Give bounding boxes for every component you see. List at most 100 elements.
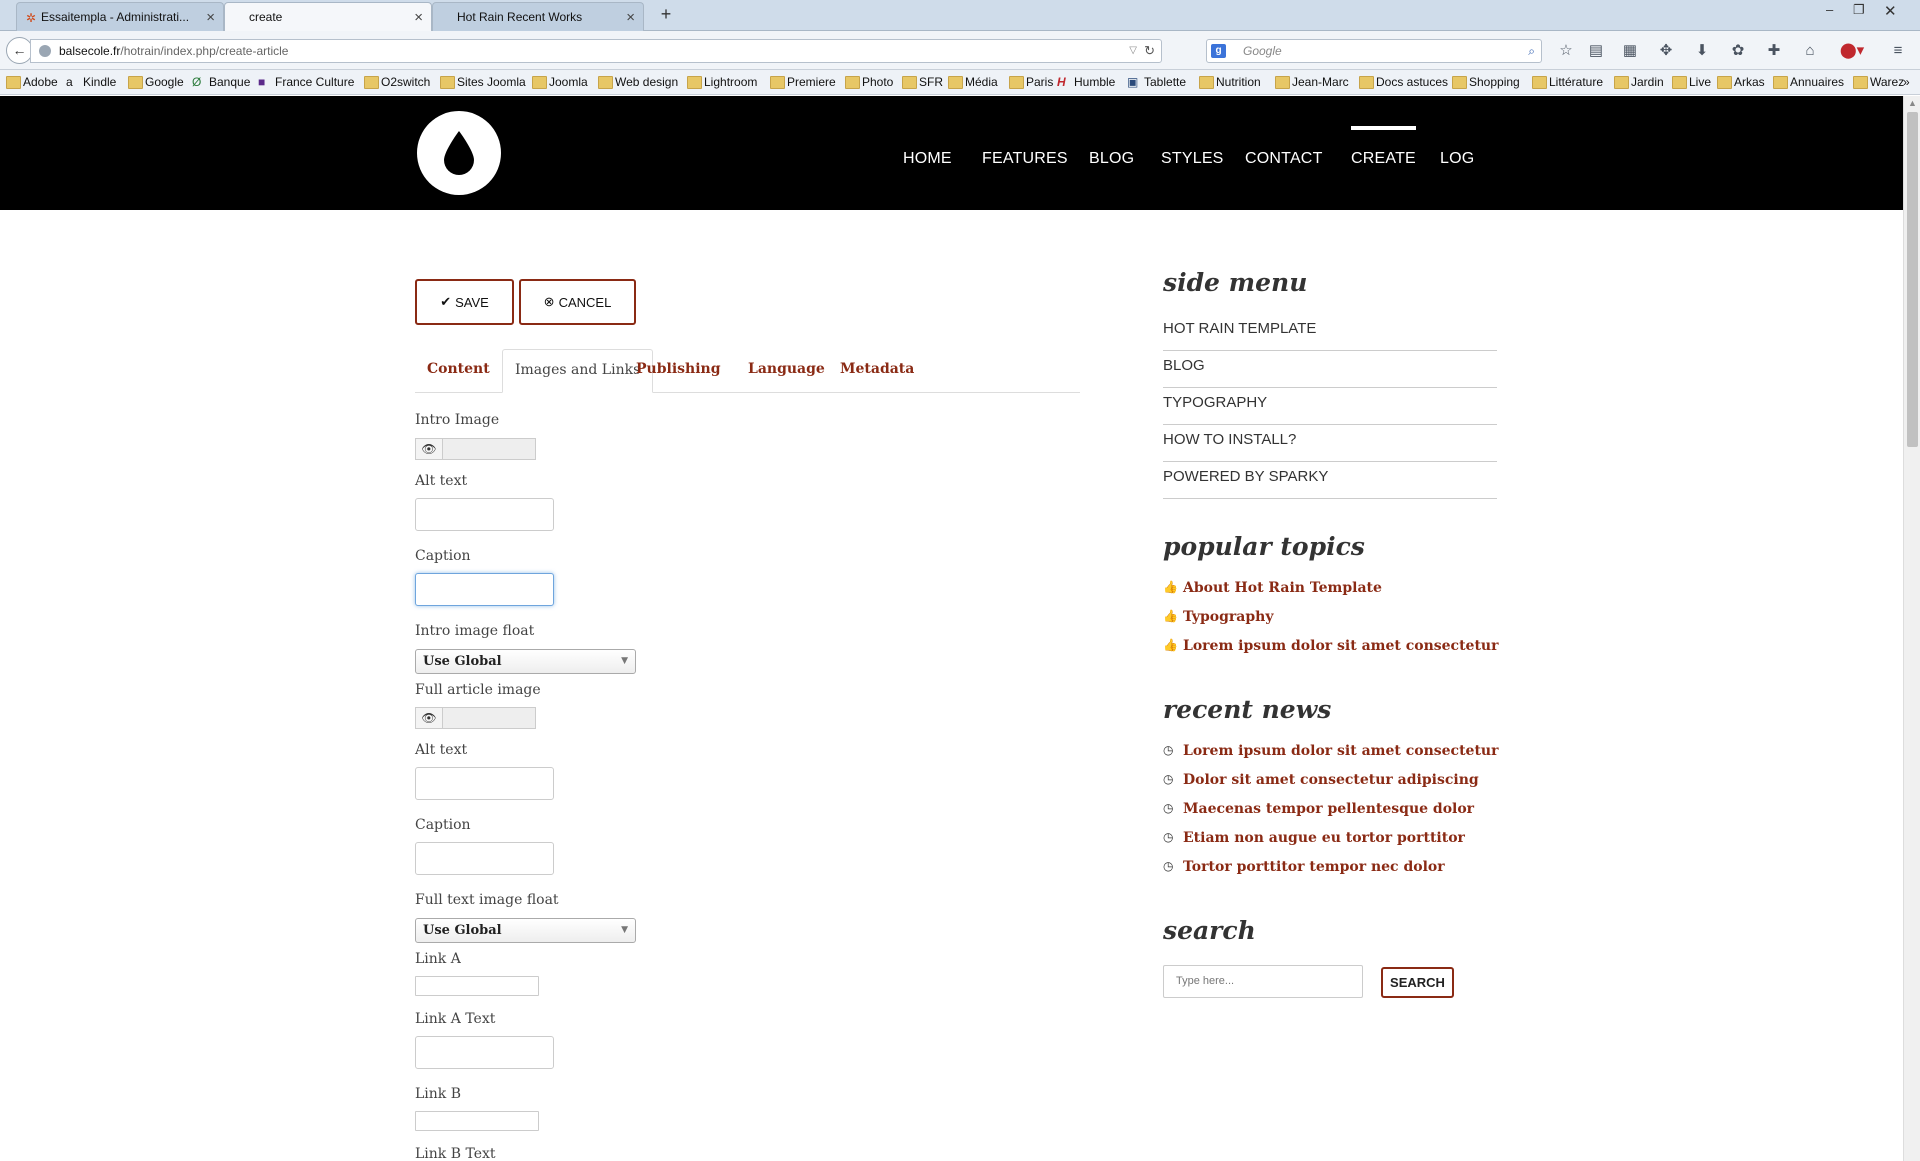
gear-icon[interactable]: ✿ <box>1728 41 1748 61</box>
bookmark-item[interactable]: Annuaires <box>1773 74 1844 90</box>
intro-caption-input[interactable] <box>415 573 554 606</box>
site-info-icon[interactable] <box>39 45 51 57</box>
google-icon[interactable]: g <box>1211 44 1226 58</box>
bookmark-item[interactable]: Nutrition <box>1199 74 1261 90</box>
bookmark-item[interactable]: Adobe <box>6 74 58 90</box>
star-icon[interactable]: ☆ <box>1556 41 1576 61</box>
back-arrow-icon[interactable]: ← <box>6 37 33 64</box>
scrollbar-thumb[interactable] <box>1907 112 1918 447</box>
side-menu-item[interactable]: TYPOGRAPHY <box>1163 388 1497 425</box>
side-menu-item[interactable]: BLOG <box>1163 351 1497 388</box>
nav-contact[interactable]: CONTACT <box>1245 150 1323 168</box>
menu-icon[interactable]: ≡ <box>1888 41 1908 61</box>
site-logo[interactable] <box>417 111 501 195</box>
bookmark-item[interactable]: Google <box>128 74 184 90</box>
bookmark-item[interactable]: Live <box>1672 74 1711 90</box>
browser-tab-hotrain[interactable]: Hot Rain Recent Works × <box>432 2 644 31</box>
full-alt-text-input[interactable] <box>415 767 554 800</box>
new-tab-icon[interactable]: + <box>656 4 676 25</box>
bookmark-item[interactable]: ▣ Tablette <box>1127 74 1186 90</box>
adblock-icon[interactable]: ⬤▾ <box>1838 41 1866 61</box>
nav-styles[interactable]: STYLES <box>1161 150 1224 168</box>
minimize-icon[interactable]: – <box>1826 2 1833 17</box>
nav-blog[interactable]: BLOG <box>1089 150 1134 168</box>
nav-log[interactable]: LOG <box>1440 150 1474 168</box>
news-link[interactable]: ◷ Maecenas tempor pellentesque dolor <box>1163 801 1474 817</box>
side-menu-item[interactable]: HOW TO INSTALL? <box>1163 425 1497 462</box>
tab-content[interactable]: Content <box>415 349 502 392</box>
tab-publishing[interactable]: Publishing <box>624 349 732 392</box>
close-icon[interactable]: × <box>414 9 423 26</box>
bookmark-item[interactable]: Lightroom <box>687 74 757 90</box>
search-input[interactable]: Type here... <box>1163 965 1363 998</box>
search-button[interactable]: SEARCH <box>1381 967 1454 998</box>
full-caption-input[interactable] <box>415 842 554 875</box>
popular-topic-link[interactable]: 👍 Lorem ipsum dolor sit amet consectetur <box>1163 638 1498 654</box>
bookmark-item[interactable]: ■ France Culture <box>258 74 354 90</box>
bookmark-item[interactable]: Paris <box>1009 74 1053 90</box>
chevron-down-icon[interactable]: ▽ <box>1129 40 1137 62</box>
url-bar[interactable]: balsecole.fr/hotrain/index.php/create-ar… <box>30 39 1162 63</box>
home-icon[interactable]: ⌂ <box>1800 41 1820 61</box>
bookmark-item[interactable]: Littérature <box>1532 74 1603 90</box>
link-a-text-input[interactable] <box>415 1036 554 1069</box>
side-menu-item[interactable]: HOT RAIN TEMPLATE <box>1163 314 1497 351</box>
bookmark-item[interactable]: Sites Joomla <box>440 74 526 90</box>
nav-create[interactable]: CREATE <box>1351 126 1416 168</box>
browser-search-input[interactable]: g Google ⌕ <box>1206 39 1542 63</box>
bookmark-item[interactable]: Jean-Marc <box>1275 74 1349 90</box>
window-close-icon[interactable]: ✕ <box>1884 2 1897 20</box>
bookmark-item[interactable]: Photo <box>845 74 893 90</box>
scroll-up-icon[interactable]: ▲ <box>1908 98 1917 108</box>
close-icon[interactable]: × <box>206 9 215 26</box>
save-button[interactable]: ✔ SAVE <box>415 279 514 325</box>
news-link[interactable]: ◷ Tortor porttitor tempor nec dolor <box>1163 859 1445 875</box>
grid-icon[interactable]: ▦ <box>1620 41 1640 61</box>
intro-alt-text-input[interactable] <box>415 498 554 531</box>
eye-icon[interactable]: 👁 <box>416 708 443 728</box>
bookmark-item[interactable]: Ø Banque <box>192 74 250 90</box>
bookmark-item[interactable]: Shopping <box>1452 74 1520 90</box>
browser-tab-admin[interactable]: ✲ Essaitempla - Administrati... × <box>16 2 224 31</box>
browser-tab-create[interactable]: create × <box>224 2 432 31</box>
bookmark-item[interactable]: Média <box>948 74 998 90</box>
news-link[interactable]: ◷ Etiam non augue eu tortor porttitor <box>1163 830 1465 846</box>
nav-features[interactable]: FEATURES <box>982 150 1068 168</box>
bookmark-item[interactable]: H Humble <box>1057 74 1115 90</box>
bookmark-item[interactable]: Jardin <box>1614 74 1664 90</box>
tab-language[interactable]: Language <box>736 349 837 392</box>
download-icon[interactable]: ⬇ <box>1692 41 1712 61</box>
eye-icon[interactable]: 👁 <box>416 439 443 459</box>
reload-icon[interactable]: ↻ <box>1144 40 1155 62</box>
tab-metadata[interactable]: Metadata <box>828 349 926 392</box>
bookmark-item[interactable]: Warez <box>1853 74 1904 90</box>
bookmark-item[interactable]: Premiere <box>770 74 836 90</box>
page-scrollbar[interactable]: ▲ <box>1903 96 1920 1161</box>
move-icon[interactable]: ✥ <box>1656 41 1676 61</box>
intro-image-field[interactable]: 👁 <box>415 438 536 460</box>
news-link[interactable]: ◷ Dolor sit amet consectetur adipiscing <box>1163 772 1479 788</box>
full-float-select[interactable]: Use Global ▼ <box>415 918 636 943</box>
puzzle-icon[interactable]: ✚ <box>1764 41 1784 61</box>
bookmark-item[interactable]: Web design <box>598 74 678 90</box>
news-link[interactable]: ◷ Lorem ipsum dolor sit amet consectetur <box>1163 743 1498 759</box>
popular-topic-link[interactable]: 👍 About Hot Rain Template <box>1163 580 1382 596</box>
bookmark-item[interactable]: Arkas <box>1717 74 1765 90</box>
link-a-input[interactable] <box>415 976 539 996</box>
cancel-button[interactable]: ⊗ CANCEL <box>519 279 636 325</box>
side-menu-item[interactable]: POWERED BY SPARKY <box>1163 462 1497 499</box>
bookmark-item[interactable]: a Kindle <box>66 74 116 90</box>
bookmark-item[interactable]: O2switch <box>364 74 430 90</box>
nav-home[interactable]: HOME <box>903 150 952 168</box>
bookmarks-overflow-icon[interactable]: » <box>1903 74 1910 90</box>
bookmark-item[interactable]: Joomla <box>532 74 588 90</box>
reading-list-icon[interactable]: ▤ <box>1586 41 1606 61</box>
close-icon[interactable]: × <box>626 9 635 26</box>
bookmark-item[interactable]: Docs astuces <box>1359 74 1448 90</box>
link-b-input[interactable] <box>415 1111 539 1131</box>
full-image-field[interactable]: 👁 <box>415 707 536 729</box>
intro-float-select[interactable]: Use Global ▼ <box>415 649 636 674</box>
popular-topic-link[interactable]: 👍 Typography <box>1163 609 1273 625</box>
restore-icon[interactable]: ❐ <box>1853 2 1865 18</box>
bookmark-item[interactable]: SFR <box>902 74 943 90</box>
